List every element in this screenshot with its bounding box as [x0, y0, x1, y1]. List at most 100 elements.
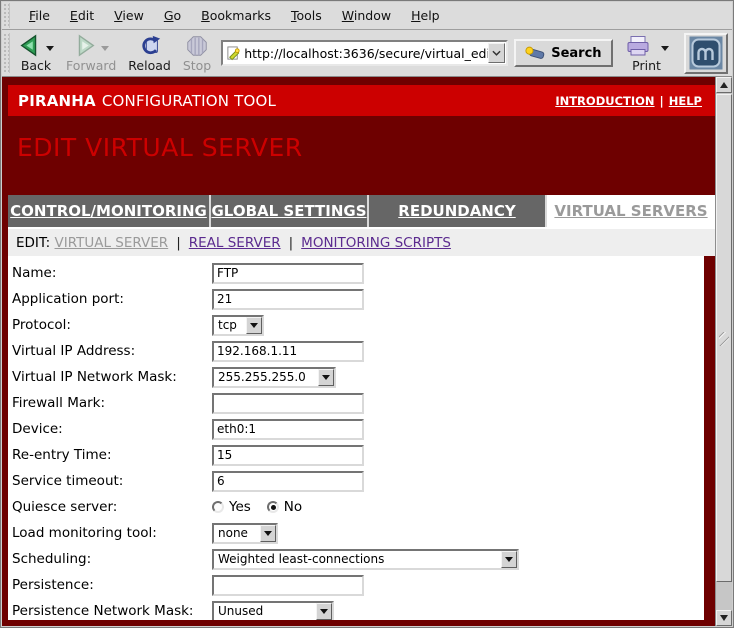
scrollbar-up-button[interactable]	[716, 77, 732, 93]
select-arrow-button[interactable]	[316, 603, 332, 620]
tab-redundancy[interactable]: REDUNDANCY	[369, 195, 547, 227]
selected-value: Unused	[214, 604, 316, 618]
quiesce-server-radio-yes[interactable]: Yes	[212, 499, 251, 515]
stop-button[interactable]: Stop	[178, 32, 216, 74]
tab-global-settings[interactable]: GLOBAL SETTINGS	[211, 195, 369, 227]
tab-label: REDUNDANCY	[398, 202, 515, 220]
back-label: Back	[21, 59, 51, 73]
search-icon	[525, 46, 547, 61]
browser-window: FileEditViewGoBookmarksToolsWindowHelp B…	[0, 0, 734, 628]
radio-label: Yes	[229, 499, 251, 515]
menu-view[interactable]: View	[105, 4, 153, 27]
menu-bookmarks[interactable]: Bookmarks	[192, 4, 280, 27]
chevron-down-icon	[322, 375, 330, 380]
scrollbar-thumb[interactable]	[716, 94, 732, 582]
tab-label: CONTROL/MONITORING	[10, 202, 207, 220]
forward-dropdown-arrow[interactable]	[101, 46, 109, 51]
tab-bar: CONTROL/MONITORINGGLOBAL SETTINGS REDUNDA…	[8, 195, 715, 227]
row-persistence-network-mask: Persistence Network Mask:Unused	[12, 598, 704, 620]
scheduling-select[interactable]: Weighted least-connections	[212, 549, 519, 570]
menu-edit[interactable]: Edit	[61, 4, 103, 27]
piranha-banner: PIRANHACONFIGURATION TOOL INTRODUCTION|H…	[8, 85, 715, 116]
field-label-scheduling: Scheduling:	[12, 551, 212, 567]
menu-help[interactable]: Help	[402, 4, 449, 27]
arrow-down-icon	[720, 615, 728, 621]
selected-value: 255.255.255.0	[214, 370, 318, 384]
search-label: Search	[551, 46, 601, 61]
print-button[interactable]: Print	[620, 32, 674, 74]
menu-file[interactable]: File	[20, 4, 59, 27]
navigation-toolbar: Back Forward Reload	[2, 30, 732, 77]
scrollbar-down-button[interactable]	[716, 610, 732, 626]
persistence-network-mask-select[interactable]: Unused	[212, 601, 334, 621]
help-link[interactable]: HELP	[669, 94, 702, 108]
persistence-input[interactable]	[212, 575, 364, 596]
row-re-entry-time: Re-entry Time:	[12, 442, 704, 468]
select-arrow-button[interactable]	[260, 525, 276, 542]
forward-icon	[73, 34, 97, 58]
device-input[interactable]	[212, 419, 364, 440]
field-label-name: Name:	[12, 265, 212, 281]
application-port-input[interactable]	[212, 289, 364, 310]
row-persistence: Persistence:	[12, 572, 704, 598]
name-input[interactable]	[212, 263, 364, 284]
load-monitoring-tool-select[interactable]: none	[212, 523, 278, 544]
firewall-mark-input[interactable]	[212, 393, 364, 414]
print-dropdown-arrow[interactable]	[661, 46, 669, 51]
virtual-ip-address-input[interactable]	[212, 341, 364, 362]
select-arrow-button[interactable]	[246, 317, 262, 334]
brand-rest: CONFIGURATION TOOL	[102, 92, 276, 110]
re-entry-time-input[interactable]	[212, 445, 364, 466]
vertical-scrollbar	[715, 77, 732, 626]
subnav-link-real-server[interactable]: REAL SERVER	[189, 235, 281, 251]
url-input[interactable]	[244, 43, 488, 63]
url-dropdown-button[interactable]	[488, 43, 505, 63]
subnav-separator: |	[289, 235, 294, 251]
reload-button[interactable]: Reload	[123, 32, 176, 74]
field-label-re-entry-time: Re-entry Time:	[12, 447, 212, 463]
stop-label: Stop	[183, 59, 211, 73]
row-quiesce-server: Quiesce server:YesNo	[12, 494, 704, 520]
introduction-link[interactable]: INTRODUCTION	[555, 94, 654, 108]
service-timeout-input[interactable]	[212, 471, 364, 492]
select-arrow-button[interactable]	[501, 551, 517, 568]
quiesce-server-radio-no[interactable]: No	[267, 499, 302, 515]
virtual-ip-network-mask-select[interactable]: 255.255.255.0	[212, 367, 336, 388]
menu-go[interactable]: Go	[155, 4, 190, 27]
field-label-device: Device:	[12, 421, 212, 437]
tab-control-monitoring[interactable]: CONTROL/MONITORING	[8, 195, 211, 227]
tab-label: GLOBAL SETTINGS	[211, 202, 366, 220]
scrollbar-track[interactable]	[716, 93, 732, 610]
back-dropdown-arrow[interactable]	[46, 46, 54, 51]
row-virtual-ip-address: Virtual IP Address:	[12, 338, 704, 364]
field-label-load-monitoring-tool: Load monitoring tool:	[12, 525, 212, 541]
field-label-service-timeout: Service timeout:	[12, 473, 212, 489]
protocol-select[interactable]: tcp	[212, 315, 264, 336]
selected-value: tcp	[214, 318, 246, 332]
search-button[interactable]: Search	[514, 39, 612, 67]
menu-window[interactable]: Window	[333, 4, 400, 27]
menu-items: FileEditViewGoBookmarksToolsWindowHelp	[12, 4, 449, 27]
select-arrow-button[interactable]	[318, 369, 334, 386]
browser-content: PIRANHACONFIGURATION TOOL INTRODUCTION|H…	[2, 77, 732, 626]
back-button[interactable]: Back	[13, 32, 59, 74]
tab-label: VIRTUAL SERVERS	[554, 202, 707, 220]
mozilla-logo-button[interactable]	[684, 33, 728, 74]
selected-value: none	[214, 526, 260, 540]
radio-button[interactable]	[212, 501, 224, 513]
row-name: Name:	[12, 260, 704, 286]
field-label-protocol: Protocol:	[12, 317, 212, 333]
toolbar-grippy[interactable]	[3, 33, 10, 73]
tab-virtual-servers[interactable]: VIRTUAL SERVERS	[547, 195, 715, 227]
radio-button[interactable]	[267, 501, 279, 513]
forward-button[interactable]: Forward	[61, 32, 121, 74]
menubar-grippy[interactable]	[3, 3, 10, 28]
back-icon	[18, 34, 42, 58]
mozilla-logo-icon	[689, 36, 723, 70]
url-bar	[221, 40, 508, 66]
row-protocol: Protocol:tcp	[12, 312, 704, 338]
subnav-link-monitoring-scripts[interactable]: MONITORING SCRIPTS	[301, 235, 451, 251]
menu-tools[interactable]: Tools	[282, 4, 331, 27]
location-icon	[226, 46, 241, 61]
chevron-down-icon	[505, 557, 513, 562]
